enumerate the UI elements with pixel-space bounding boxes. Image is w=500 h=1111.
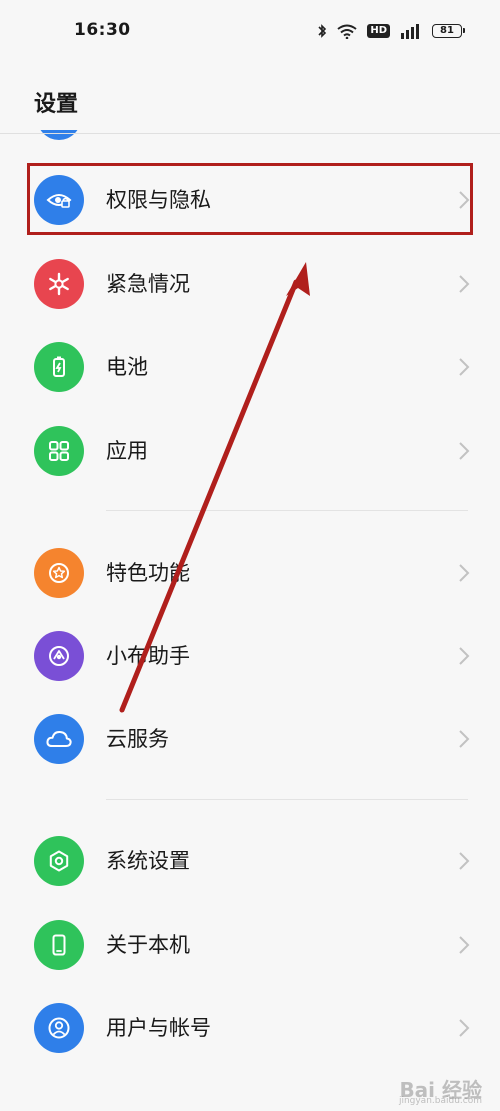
asterisk-icon	[34, 259, 84, 309]
status-icons: HD 81	[317, 20, 465, 42]
chevron-right-icon	[459, 358, 470, 376]
bluetooth-icon	[318, 24, 327, 38]
header-divider	[0, 133, 500, 134]
chevron-right-icon	[459, 936, 470, 954]
menu-label: 应用	[106, 439, 148, 463]
battery-level: 81	[440, 25, 454, 36]
chevron-right-icon	[459, 1019, 470, 1037]
menu-item-account[interactable]: 用户与帐号	[0, 988, 500, 1068]
section-divider	[106, 510, 468, 511]
star-badge-icon	[34, 548, 84, 598]
menu-label: 小布助手	[106, 644, 190, 668]
menu-item-battery[interactable]: 电池	[0, 327, 500, 407]
scrolled-item-icon	[37, 130, 81, 140]
chevron-right-icon	[459, 852, 470, 870]
chevron-right-icon	[459, 647, 470, 665]
menu-item-features[interactable]: 特色功能	[0, 533, 500, 613]
hd-icon: HD	[367, 24, 390, 38]
hex-gear-icon	[34, 836, 84, 886]
menu-item-about[interactable]: 关于本机	[0, 905, 500, 985]
chevron-right-icon	[459, 275, 470, 293]
assistant-icon	[34, 631, 84, 681]
menu-label: 紧急情况	[106, 272, 190, 296]
watermark: Bai 经验 jingyan.baidu.com	[398, 1074, 482, 1106]
status-time: 16:30	[74, 20, 131, 40]
menu-item-apps[interactable]: 应用	[0, 411, 500, 491]
cloud-icon	[34, 714, 84, 764]
signal-icon	[401, 24, 419, 39]
menu-item-system[interactable]: 系统设置	[0, 821, 500, 901]
menu-label: 云服务	[106, 727, 169, 751]
page-title: 设置	[34, 92, 79, 117]
menu-label: 特色功能	[106, 561, 190, 585]
menu-label: 系统设置	[106, 849, 190, 873]
battery-charge-icon	[34, 342, 84, 392]
chevron-right-icon	[459, 564, 470, 582]
battery-icon: 81	[432, 24, 465, 38]
highlight-box	[27, 163, 473, 235]
menu-item-emergency[interactable]: 紧急情况	[0, 244, 500, 324]
section-divider	[106, 799, 468, 800]
phone-icon	[34, 920, 84, 970]
watermark-url: jingyan.baidu.com	[398, 1096, 482, 1106]
menu-label: 关于本机	[106, 933, 190, 957]
menu-label: 用户与帐号	[106, 1016, 211, 1040]
apps-grid-icon	[34, 426, 84, 476]
menu-label: 电池	[106, 355, 148, 379]
chevron-right-icon	[459, 730, 470, 748]
user-icon	[34, 1003, 84, 1053]
menu-item-cloud[interactable]: 云服务	[0, 699, 500, 779]
menu-item-assistant[interactable]: 小布助手	[0, 616, 500, 696]
chevron-right-icon	[459, 442, 470, 460]
status-bar: 16:30 HD 81	[0, 0, 500, 64]
wifi-icon	[337, 24, 357, 39]
